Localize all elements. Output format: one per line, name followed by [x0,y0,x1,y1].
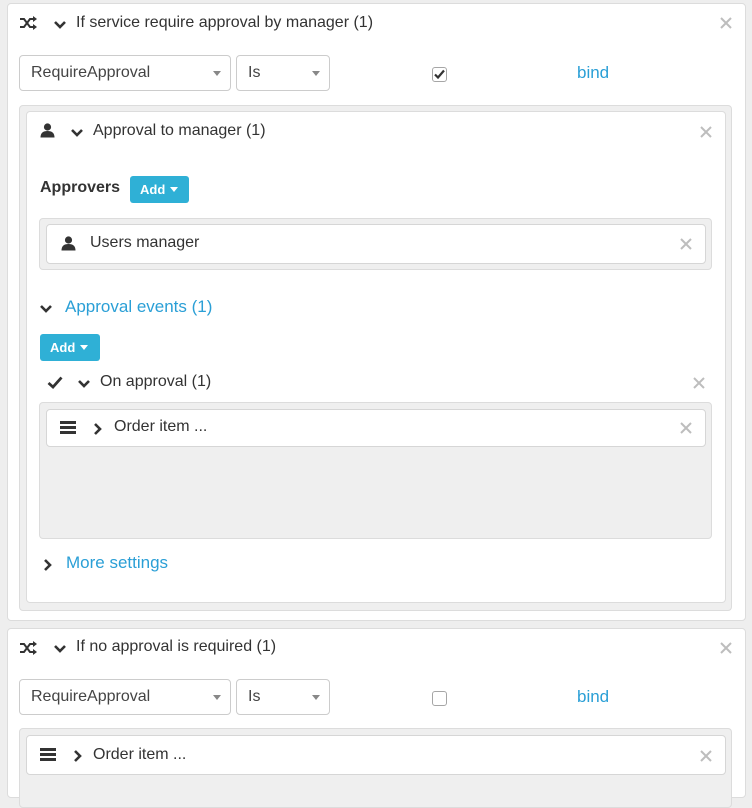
chevron-down-icon [312,71,320,76]
order-item-label: Order item ... [114,418,208,435]
add-approver-button[interactable]: Add [130,176,189,203]
caret-down-icon [170,187,179,192]
more-settings-toggle[interactable]: More settings [66,553,168,573]
add-event-label: Add [50,340,76,355]
check-icon [47,376,63,389]
field-select-value: RequireApproval [31,64,151,81]
caret-down-icon [80,345,89,350]
chevron-down-icon[interactable] [78,378,90,390]
close-icon[interactable] [679,421,693,435]
chevron-down-icon [213,71,221,76]
value-checkbox[interactable] [432,691,447,706]
close-icon[interactable] [699,749,713,763]
user-icon [40,123,55,138]
add-event-button[interactable]: Add [40,334,100,361]
chevron-right-icon[interactable] [72,750,84,762]
close-icon[interactable] [692,376,706,390]
close-icon[interactable] [719,16,733,30]
value-checkbox[interactable] [432,67,447,82]
close-icon[interactable] [699,125,713,139]
approval-title: Approval to manager (1) [93,122,266,139]
on-approval-title: On approval (1) [100,373,212,390]
bind-link[interactable]: bind [577,63,609,83]
user-icon [61,236,76,251]
operator-select[interactable]: Is [236,679,330,715]
chevron-down-icon[interactable] [40,303,52,315]
chevron-down-icon [312,695,320,700]
close-icon[interactable] [719,641,733,655]
operator-select-value: Is [248,688,261,705]
condition-title: If no approval is required (1) [76,638,277,655]
chevron-down-icon[interactable] [71,127,83,139]
chevron-down-icon [213,695,221,700]
list-icon [60,421,76,434]
chevron-down-icon[interactable] [54,643,66,655]
approval-events-toggle[interactable]: Approval events (1) [65,297,212,317]
approver-name: Users manager [90,234,200,251]
approvers-label: Approvers [40,179,121,196]
operator-select-value: Is [248,64,261,81]
chevron-right-icon[interactable] [42,559,54,571]
close-icon[interactable] [679,237,693,251]
field-select-value: RequireApproval [31,688,151,705]
chevron-right-icon[interactable] [92,423,104,435]
bind-link[interactable]: bind [577,687,609,707]
check-icon [434,69,445,80]
field-select[interactable]: RequireApproval [19,55,231,91]
chevron-down-icon[interactable] [54,19,66,31]
operator-select[interactable]: Is [236,55,330,91]
condition-title: If service require approval by manager (… [76,14,374,31]
field-select[interactable]: RequireApproval [19,679,231,715]
add-approver-label: Add [140,182,166,197]
order-item-label: Order item ... [93,746,187,763]
shuffle-icon [20,16,37,30]
shuffle-icon [20,641,37,655]
list-icon [40,748,56,761]
